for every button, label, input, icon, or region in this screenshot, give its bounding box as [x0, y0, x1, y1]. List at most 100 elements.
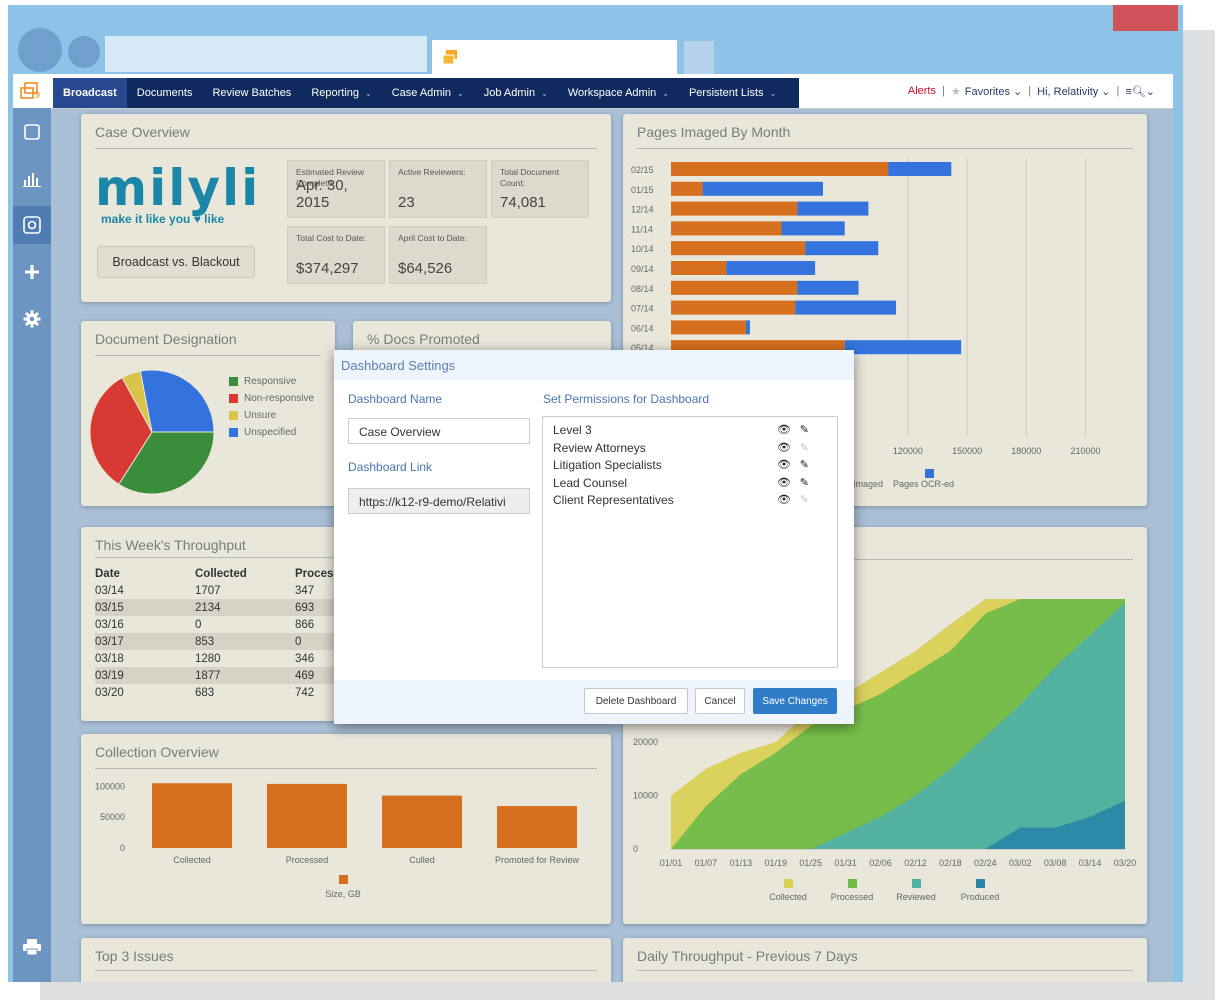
- x-tick-label: 01/19: [765, 858, 788, 868]
- edit-pencil-icon[interactable]: ✎: [800, 476, 809, 489]
- add-plus-icon[interactable]: [13, 253, 51, 291]
- cancel-button[interactable]: Cancel: [695, 688, 745, 714]
- nav-item-case-admin[interactable]: Case Admin ⌄: [382, 78, 474, 108]
- pie-slice: [139, 369, 215, 433]
- nav-item-review-batches[interactable]: Review Batches: [202, 78, 301, 108]
- alerts-link[interactable]: Alerts: [908, 85, 936, 97]
- x-tick-label: 02/18: [939, 858, 962, 868]
- top-issues-panel: Top 3 Issues: [81, 938, 611, 982]
- edit-pencil-icon[interactable]: ✎: [800, 441, 809, 454]
- dashboard-name-input[interactable]: Case Overview: [348, 418, 530, 444]
- legend-label: Unsure: [244, 410, 277, 421]
- metric-value: 23: [398, 194, 415, 211]
- table-cell: 0: [195, 618, 202, 631]
- metric-total-document-count: Total Document Count: 74,081: [491, 160, 589, 218]
- legend-label: Size, GB: [325, 889, 361, 899]
- divider: [637, 970, 1133, 971]
- view-eye-icon[interactable]: 👁︎: [777, 476, 791, 489]
- divider: [95, 970, 597, 971]
- permissions-label: Set Permissions for Dashboard: [543, 392, 710, 406]
- broadcast-vs-blackout-button[interactable]: Broadcast vs. Blackout: [97, 246, 255, 278]
- print-icon[interactable]: [13, 928, 51, 966]
- permission-group-name: Level 3: [553, 423, 592, 437]
- divider: [95, 148, 597, 149]
- x-tick-label: 150000: [952, 446, 982, 456]
- edit-pencil-icon[interactable]: ✎: [800, 493, 809, 506]
- milyli-logo: milyli make it like you ♥ like: [95, 163, 265, 226]
- bar-pages-imaged: [671, 320, 747, 335]
- settings-gear-icon[interactable]: [13, 300, 51, 338]
- table-cell: 03/19: [95, 667, 195, 684]
- table-cell: 683: [195, 686, 215, 699]
- y-tick-label: 100000: [95, 781, 125, 791]
- metric-label: Active Reviewers:: [398, 167, 466, 177]
- separator: |: [1028, 85, 1032, 97]
- permission-row: Litigation Specialists 👁︎ ✎: [553, 458, 827, 475]
- svg-text:9: 9: [35, 90, 40, 100]
- permission-group-name: Lead Counsel: [553, 475, 628, 490]
- delete-dashboard-button[interactable]: Delete Dashboard: [584, 688, 688, 714]
- nav-item-documents[interactable]: Documents: [127, 78, 203, 108]
- tab-square-icon[interactable]: [13, 113, 51, 151]
- nav-item-reporting[interactable]: Reporting ⌄: [301, 78, 381, 108]
- nav-item-broadcast[interactable]: Broadcast: [53, 78, 127, 108]
- dashboard-link-label: Dashboard Link: [348, 460, 433, 474]
- browser-tab-bar[interactable]: [105, 36, 427, 72]
- legend-swatch: [912, 879, 921, 888]
- permission-group-name: Litigation Specialists: [553, 458, 662, 472]
- metric-value: $64,526: [398, 260, 453, 277]
- bar-pages-imaged: [671, 280, 798, 295]
- view-eye-icon[interactable]: 👁︎: [777, 458, 791, 471]
- nav-item-persistent-lists[interactable]: Persistent Lists ⌄: [679, 78, 786, 108]
- x-tick-label: 120000: [893, 446, 923, 456]
- window-circle-icon[interactable]: [68, 36, 100, 68]
- star-icon[interactable]: ★: [951, 85, 961, 98]
- save-changes-button[interactable]: Save Changes: [753, 688, 837, 714]
- nav-item-job-admin[interactable]: Job Admin ⌄: [474, 78, 558, 108]
- browser-new-tab[interactable]: [684, 41, 714, 75]
- main-nav-bar: Broadcast Documents Review Batches Reportin…: [53, 78, 799, 108]
- y-tick-label: 10/14: [631, 244, 654, 254]
- x-tick-label: Processed: [286, 855, 329, 865]
- y-tick-label: 07/14: [631, 304, 654, 314]
- edit-pencil-icon[interactable]: ✎: [800, 423, 809, 436]
- window-circle-icon[interactable]: [18, 28, 62, 72]
- legend-label: Collected: [769, 892, 807, 902]
- table-cell: 1280: [195, 652, 221, 665]
- view-eye-icon[interactable]: 👁︎: [777, 441, 791, 454]
- legend-label: Responsive: [244, 376, 297, 387]
- bar-pages-imaged: [671, 300, 796, 315]
- edit-pencil-icon[interactable]: ✎: [800, 458, 809, 471]
- browser-active-tab[interactable]: [432, 40, 677, 78]
- panel-title: Top 3 Issues: [95, 948, 174, 964]
- legend-item: Responsive: [229, 376, 314, 387]
- separator: |: [1116, 85, 1120, 97]
- relativity-logo-icon[interactable]: 9: [13, 74, 51, 108]
- nav-item-label: Reporting: [311, 87, 360, 99]
- permission-row: Level 3 👁︎ ✎: [553, 423, 827, 440]
- search-menu-icon[interactable]: ≡🔍︎⌄: [1125, 85, 1155, 98]
- view-eye-icon[interactable]: 👁︎: [777, 493, 791, 506]
- legend-item: Unsure: [229, 410, 314, 421]
- table-cell: 03/15: [95, 599, 195, 616]
- collection-overview-panel: Collection Overview 100000 50000 0 Collecte…: [81, 734, 611, 924]
- legend-label: Reviewed: [896, 892, 936, 902]
- favorites-menu[interactable]: Favorites ⌄: [965, 85, 1023, 98]
- dashboard-link-field[interactable]: https://k12-r9-demo/Relativi: [348, 488, 530, 514]
- modal-footer: Delete Dashboard Cancel Save Changes: [334, 680, 854, 724]
- case-overview-panel: Case Overview milyli make it like you ♥ …: [81, 114, 611, 302]
- y-tick-label: 06/14: [631, 323, 654, 333]
- reports-chart-icon[interactable]: [13, 160, 51, 198]
- x-tick-label: Culled: [409, 855, 435, 865]
- metric-label: Total Cost to Date:: [296, 233, 366, 243]
- bar-pages-imaged: [671, 162, 889, 176]
- user-menu[interactable]: Hi, Relativity ⌄: [1037, 85, 1110, 98]
- permission-row: Review Attorneys 👁︎ ✎: [553, 441, 827, 458]
- metric-label: Total Document Count:: [500, 167, 560, 188]
- permission-group-name: Client Representatives: [553, 493, 674, 507]
- x-tick-label: Collected: [173, 855, 211, 865]
- dashboard-icon[interactable]: [13, 206, 51, 244]
- nav-item-workspace-admin[interactable]: Workspace Admin ⌄: [558, 78, 679, 108]
- window-close-button[interactable]: [1113, 5, 1178, 31]
- view-eye-icon[interactable]: 👁︎: [777, 423, 791, 436]
